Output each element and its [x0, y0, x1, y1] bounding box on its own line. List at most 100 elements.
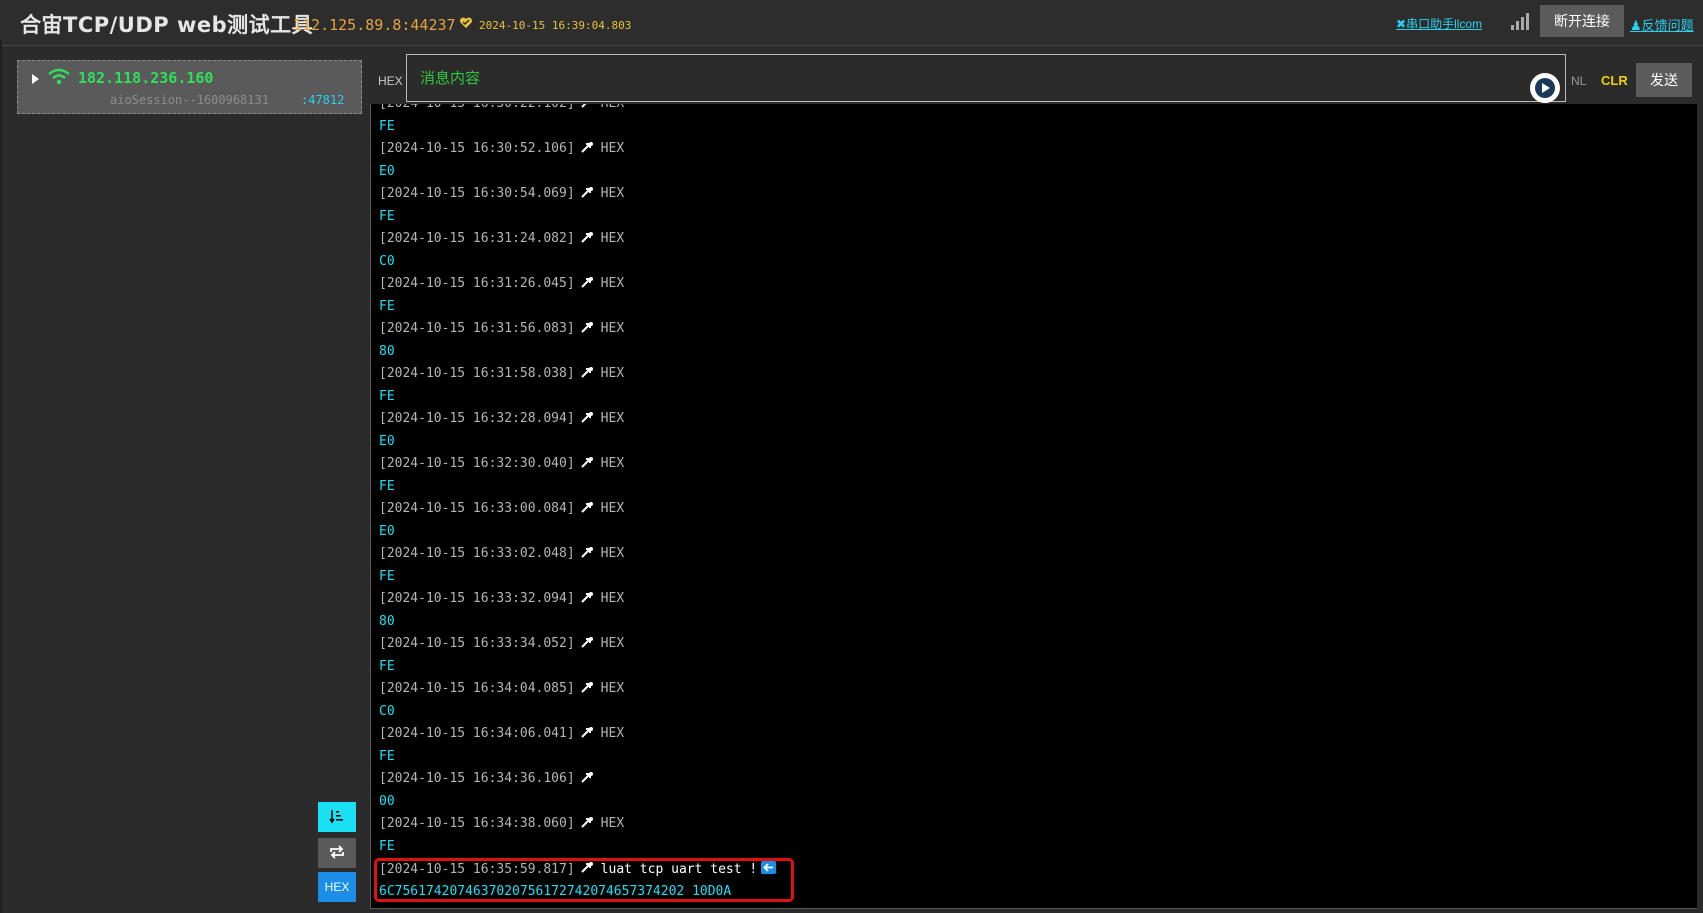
server-address: 112.125.89.8:44237 — [293, 16, 456, 34]
log-format: HEX — [600, 726, 625, 741]
receive-direction-icon — [580, 142, 593, 153]
log-header: [2024-10-15 16:34:06.041] HEX — [379, 726, 624, 748]
log-data: 00 — [379, 794, 395, 809]
log-timestamp: [2024-10-15 16:33:32.094] — [379, 591, 575, 606]
repeat-button[interactable] — [318, 838, 356, 868]
log-header: [2024-10-15 16:30:52.106] HEX — [379, 141, 624, 163]
receive-direction-icon — [580, 277, 593, 288]
log-entry: [2024-10-15 16:30:54.069] HEX FE — [379, 186, 1679, 231]
log-entry: [2024-10-15 16:34:36.106] 00 — [379, 771, 1679, 816]
signal-icon — [1511, 13, 1529, 30]
feedback-link[interactable]: ♟反馈问题 — [1630, 15, 1694, 34]
log-header: [2024-10-15 16:33:32.094] HEX — [379, 591, 624, 613]
wifi-icon — [48, 68, 70, 85]
session-port: :47812 — [301, 93, 345, 107]
log-data: 6C7561742074637020756172742074657374202 … — [379, 884, 732, 899]
log-header: [2024-10-15 16:30:22.102] HEX — [379, 104, 624, 118]
log-format: HEX — [600, 231, 625, 246]
log-header: [2024-10-15 16:31:58.038] HEX — [379, 366, 624, 388]
log-format: HEX — [600, 681, 625, 696]
send-assistant-icon[interactable] — [1529, 72, 1561, 104]
log-entry: [2024-10-15 16:33:02.048] HEX FE — [379, 546, 1679, 591]
log-data: E0 — [379, 164, 395, 179]
log-format: HEX — [600, 411, 625, 426]
log-timestamp: [2024-10-15 16:34:04.085] — [379, 681, 575, 696]
log-data: FE — [379, 839, 395, 854]
feedback-link-label: 反馈问题 — [1641, 18, 1694, 33]
log-header: [2024-10-15 16:33:34.052] HEX — [379, 636, 624, 658]
log-data: 80 — [379, 344, 395, 359]
receive-direction-icon — [580, 682, 593, 693]
message-input[interactable] — [406, 54, 1566, 102]
receive-direction-icon — [580, 727, 593, 738]
log-format: HEX — [600, 636, 625, 651]
server-time: 2024-10-15 16:39:04.803 — [479, 19, 632, 32]
sort-button[interactable] — [318, 802, 356, 832]
log-timestamp: [2024-10-15 16:33:34.052] — [379, 636, 575, 651]
log-header: [2024-10-15 16:34:04.085] HEX — [379, 681, 624, 703]
hex-toggle-button[interactable]: HEX — [318, 872, 356, 902]
log-timestamp: [2024-10-15 16:33:02.048] — [379, 546, 575, 561]
log-timestamp: [2024-10-15 16:33:00.084] — [379, 501, 575, 516]
log-timestamp: [2024-10-15 16:31:56.083] — [379, 321, 575, 336]
log-timestamp: [2024-10-15 16:31:26.045] — [379, 276, 575, 291]
log-timestamp: [2024-10-15 16:31:24.082] — [379, 231, 575, 246]
receive-direction-icon — [580, 322, 593, 333]
log-timestamp: [2024-10-15 16:32:30.040] — [379, 456, 575, 471]
log-header: [2024-10-15 16:30:54.069] HEX — [379, 186, 624, 208]
log-header: [2024-10-15 16:34:38.060] HEX — [379, 816, 624, 838]
log-header: [2024-10-15 16:32:30.040] HEX — [379, 456, 624, 478]
log-entry: [2024-10-15 16:31:24.082] HEX C0 — [379, 231, 1679, 276]
log-format: HEX — [600, 591, 625, 606]
message-log[interactable]: [2024-10-15 16:30:22.102]HEXFE[2024-10-1… — [370, 104, 1697, 909]
send-button[interactable]: 发送 — [1636, 63, 1692, 97]
log-header: [2024-10-15 16:31:26.045] HEX — [379, 276, 624, 298]
serial-assistant-link[interactable]: ✖串口助手llcom — [1396, 15, 1482, 32]
session-ip: 182.118.236.160 — [78, 69, 214, 87]
log-entry: [2024-10-15 16:31:26.045] HEX FE — [379, 276, 1679, 321]
log-entry: [2024-10-15 16:34:06.041] HEX FE — [379, 726, 1679, 771]
log-timestamp: [2024-10-15 16:34:38.060] — [379, 816, 575, 831]
log-entry: [2024-10-15 16:34:04.085] HEX C0 — [379, 681, 1679, 726]
log-data: C0 — [379, 704, 395, 719]
log-entry: [2024-10-15 16:33:34.052] HEX FE — [379, 636, 1679, 681]
clear-button[interactable]: CLR — [1601, 73, 1628, 88]
log-format: HEX — [600, 141, 625, 156]
log-entry: [2024-10-15 16:34:38.060] HEX FE — [379, 816, 1679, 861]
expand-triangle-icon[interactable] — [32, 74, 39, 84]
receive-direction-icon — [580, 104, 587, 108]
receive-direction-icon — [580, 412, 593, 423]
log-format: HEX — [600, 321, 625, 336]
log-timestamp: [2024-10-15 16:31:58.038] — [379, 366, 575, 381]
receive-direction-icon — [580, 637, 593, 648]
log-timestamp: [2024-10-15 16:30:22.102] — [379, 104, 575, 111]
repeat-icon — [330, 844, 344, 859]
receive-direction-icon — [580, 547, 593, 558]
log-data: FE — [379, 209, 395, 224]
log-list: [2024-10-15 16:30:22.102]HEXFE[2024-10-1… — [379, 104, 1679, 906]
log-header: [2024-10-15 16:33:02.048] HEX — [379, 546, 624, 568]
newline-toggle[interactable]: NL — [1571, 74, 1586, 88]
log-format: HEX — [600, 501, 625, 516]
hex-send-label[interactable]: HEX — [378, 74, 403, 88]
log-data: FE — [379, 299, 395, 314]
disconnect-button[interactable]: 断开连接 — [1540, 5, 1624, 37]
log-entry: [2024-10-15 16:33:00.084] HEX E0 — [379, 501, 1679, 546]
log-data: FE — [379, 749, 395, 764]
log-entry: [2024-10-15 16:35:59.817] luat tcp uart t… — [379, 861, 1679, 906]
log-entry: [2024-10-15 16:31:56.083] HEX 80 — [379, 321, 1679, 366]
log-header: [2024-10-15 16:35:59.817] luat tcp uart t… — [379, 861, 777, 883]
log-format: HEX — [600, 186, 625, 201]
log-format: HEX — [600, 276, 625, 291]
log-data: E0 — [379, 434, 395, 449]
log-data: FE — [379, 389, 395, 404]
left-edge — [0, 40, 2, 913]
log-header: [2024-10-15 16:31:56.083] HEX — [379, 321, 624, 343]
sort-icon — [329, 809, 343, 823]
receive-direction-icon — [580, 817, 593, 828]
log-timestamp: [2024-10-15 16:35:59.817] — [379, 862, 575, 877]
return-icon — [761, 861, 777, 874]
session-card[interactable]: 182.118.236.160 aioSession--1600968131 :… — [17, 60, 362, 114]
log-timestamp: [2024-10-15 16:34:36.106] — [379, 771, 575, 786]
tool-icon: ✖ — [1396, 17, 1407, 31]
